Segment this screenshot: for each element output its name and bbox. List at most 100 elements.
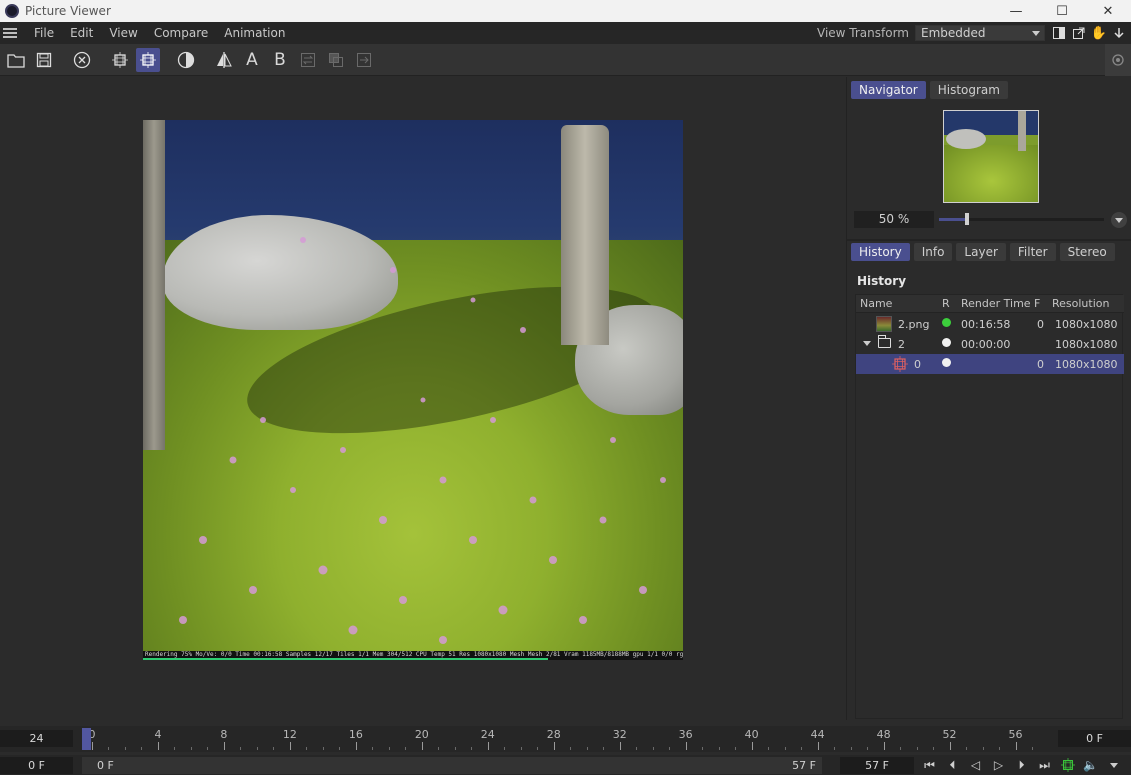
row-name: 0 <box>914 358 921 371</box>
timeline-track[interactable]: 0 4 8 12 16 20 24 28 32 36 40 44 48 52 56 <box>82 726 1052 752</box>
maximize-button[interactable]: ☐ <box>1039 0 1085 22</box>
table-row[interactable]: 2.png 00:16:58 0 1080x1080 <box>856 314 1124 334</box>
timeline-tick <box>570 747 572 750</box>
play-forward-icon[interactable]: ▷ <box>987 755 1010 775</box>
view-transform-dropdown[interactable]: Embedded <box>915 25 1045 41</box>
tab-history[interactable]: History <box>851 243 910 261</box>
channel-toggle-icon[interactable] <box>174 48 198 72</box>
timeline-tick <box>190 747 192 750</box>
audio-icon[interactable]: 🔈 <box>1079 755 1102 775</box>
next-frame-icon[interactable]: ⏵ <box>1010 755 1033 775</box>
rendered-image[interactable]: Rendering 75% Mo/Ve: 0/0 Time 00:16:58 S… <box>143 120 683 660</box>
menu-edit[interactable]: Edit <box>62 22 101 44</box>
toolbar: A B <box>0 44 1131 76</box>
col-render-time[interactable]: Render Time <box>961 297 1031 310</box>
undock-icon[interactable] <box>1071 25 1087 41</box>
menu-compare[interactable]: Compare <box>146 22 216 44</box>
minimize-button[interactable]: — <box>993 0 1039 22</box>
timeline-tick <box>454 747 456 750</box>
row-name: 2 <box>898 338 905 351</box>
swap-icon[interactable] <box>296 48 320 72</box>
hamburger-menu-icon[interactable] <box>3 28 17 38</box>
tab-info[interactable]: Info <box>913 243 953 261</box>
pan-hand-icon[interactable]: ✋ <box>1091 25 1107 41</box>
close-button[interactable]: ✕ <box>1085 0 1131 22</box>
export-icon[interactable] <box>352 48 376 72</box>
row-resolution: 1080x1080 <box>1055 338 1118 351</box>
expand-caret-icon[interactable] <box>863 341 871 346</box>
render-region-icon[interactable] <box>1056 755 1079 775</box>
transport-options-icon[interactable] <box>1102 755 1125 775</box>
view-transform-group: View Transform Embedded ✋ <box>817 22 1131 44</box>
timeline-tick <box>1032 747 1033 750</box>
right-panel: Navigator Histogram 50 % History Info La… <box>846 77 1131 720</box>
compare-b-button[interactable]: B <box>268 48 292 72</box>
timeline-playhead[interactable] <box>82 728 91 750</box>
col-name[interactable]: Name <box>860 297 892 310</box>
pin-down-icon[interactable] <box>1111 25 1127 41</box>
timeline-tick-label: 48 <box>876 728 891 741</box>
zoom-options-button[interactable] <box>1111 212 1127 228</box>
compare-a-button[interactable]: A <box>240 48 264 72</box>
tab-layer[interactable]: Layer <box>956 243 1006 261</box>
go-to-end-icon[interactable]: ⏭ <box>1033 755 1056 775</box>
timeline-tick <box>768 747 770 750</box>
timeline-tick <box>405 747 407 750</box>
end-frame-field[interactable]: 57 F <box>840 757 914 774</box>
tab-navigator[interactable]: Navigator <box>851 81 926 99</box>
timeline-range: 0 F 0 F 57 F 57 F ⏮ ⏴ ◁ ▷ ⏵ ⏭ 🔈 <box>0 755 1131 775</box>
save-icon[interactable] <box>32 48 56 72</box>
fps-field[interactable]: 24 <box>0 730 73 747</box>
render-region-icon[interactable] <box>108 48 132 72</box>
chevron-down-icon <box>1115 217 1123 223</box>
ab-compare-icon[interactable] <box>212 48 236 72</box>
status-dot <box>942 358 951 367</box>
range-bar[interactable]: 0 F 57 F <box>82 757 822 774</box>
render-progress-bar <box>143 658 548 660</box>
menu-bar: File Edit View Compare Animation View Tr… <box>0 22 1131 44</box>
timeline-tick-label: 36 <box>678 728 693 741</box>
layout-toggle-icon[interactable] <box>1051 25 1067 41</box>
current-frame-field[interactable]: 0 F <box>1058 730 1131 747</box>
start-frame-field[interactable]: 0 F <box>0 757 73 774</box>
menu-file[interactable]: File <box>26 22 62 44</box>
interactive-render-region-icon[interactable] <box>136 47 160 72</box>
zoom-value-field[interactable]: 50 % <box>854 211 934 228</box>
window-title: Picture Viewer <box>25 4 111 18</box>
render-settings-icon[interactable] <box>1105 44 1131 76</box>
navigator-thumbnail[interactable] <box>943 110 1039 203</box>
zoom-slider-handle[interactable] <box>965 213 970 225</box>
table-row[interactable]: 2 00:00:00 1080x1080 <box>856 334 1124 354</box>
chevron-down-icon <box>1032 31 1040 36</box>
tab-stereo[interactable]: Stereo <box>1059 243 1115 261</box>
picture-viewer-window: Picture Viewer — ☐ ✕ File Edit View Comp… <box>0 0 1131 775</box>
timeline-tick <box>817 742 819 750</box>
open-folder-icon[interactable] <box>4 48 28 72</box>
timeline-tick-label: 12 <box>282 728 297 741</box>
stop-render-icon[interactable] <box>70 48 94 72</box>
go-to-start-icon[interactable]: ⏮ <box>918 755 941 775</box>
timeline-tick-label: 56 <box>1008 728 1023 741</box>
timeline-tick <box>504 747 506 750</box>
menu-view[interactable]: View <box>101 22 145 44</box>
table-row[interactable]: 0 0 1080x1080 <box>856 354 1124 374</box>
previous-frame-icon[interactable]: ⏴ <box>941 755 964 775</box>
tab-filter[interactable]: Filter <box>1009 243 1056 261</box>
row-resolution: 1080x1080 <box>1055 358 1118 371</box>
timeline-tick <box>124 747 126 750</box>
overlay-icon[interactable] <box>324 48 348 72</box>
play-backward-icon[interactable]: ◁ <box>964 755 987 775</box>
tab-histogram[interactable]: Histogram <box>929 81 1008 99</box>
timeline-tick-label: 32 <box>612 728 627 741</box>
col-resolution[interactable]: Resolution <box>1052 297 1109 310</box>
menu-animation[interactable]: Animation <box>216 22 293 44</box>
history-table: Name R Render Time F Resolution 2.png 00… <box>855 294 1124 719</box>
image-viewport[interactable]: Rendering 75% Mo/Ve: 0/0 Time 00:16:58 S… <box>0 77 845 720</box>
zoom-slider[interactable] <box>939 213 1104 225</box>
col-frame[interactable]: F <box>1034 297 1040 310</box>
timeline-tick <box>1015 742 1017 750</box>
col-r[interactable]: R <box>942 297 950 310</box>
timeline-tick <box>636 747 638 750</box>
timeline-tick <box>207 747 209 750</box>
timeline-tick <box>586 747 588 750</box>
